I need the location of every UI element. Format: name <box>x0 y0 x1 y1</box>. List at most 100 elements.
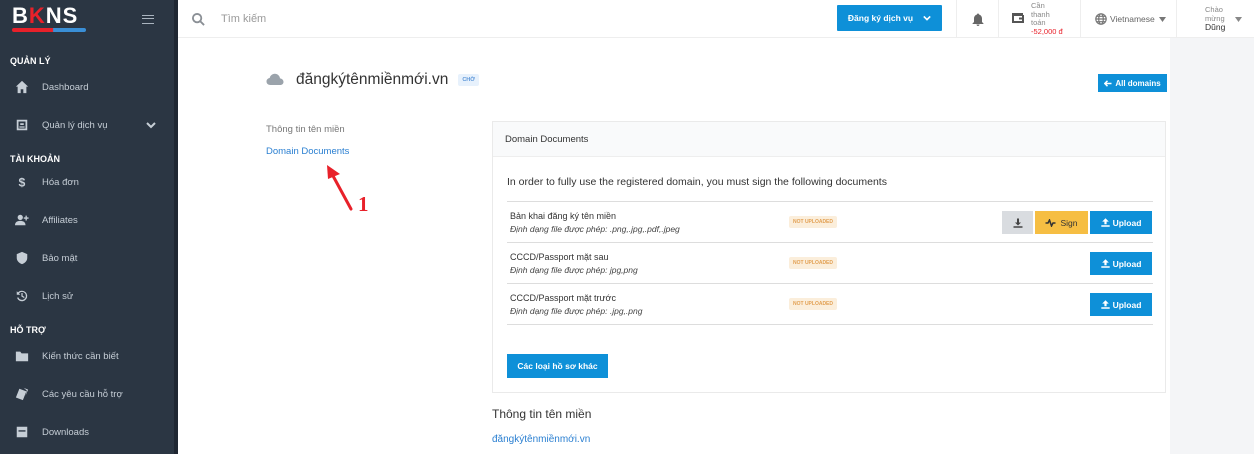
caret-down-icon <box>1235 16 1242 25</box>
domain-info-link[interactable]: đăngkýtênmiềnmới.vn <box>492 434 590 445</box>
history-icon <box>14 288 30 304</box>
sidebar-item-history[interactable]: Lịch sử <box>0 281 174 311</box>
search-box <box>192 0 521 38</box>
document-formats: Định dạng file được phép: .jpg,.png <box>510 306 643 316</box>
sidebar-item-dashboard[interactable]: Dashboard <box>0 72 174 102</box>
download-button[interactable] <box>1002 211 1033 234</box>
top-bar: Đăng ký dịch vụ Cần thanh toán -52,000 đ… <box>178 0 1254 38</box>
sidebar-item-services[interactable]: Quản lý dịch vụ <box>0 110 174 140</box>
download-icon <box>1013 218 1022 228</box>
search-input[interactable] <box>221 13 521 25</box>
all-domains-button[interactable]: All domains <box>1098 74 1167 92</box>
wallet-icon <box>1011 12 1025 27</box>
sidebar-item-label: Các yêu cầu hỗ trợ <box>42 388 123 400</box>
sidebar-item-label: Bảo mật <box>42 252 78 264</box>
user-plus-icon <box>14 212 30 228</box>
domain-documents-card: Domain Documents In order to fully use t… <box>492 121 1166 393</box>
arrow-left-icon <box>1104 79 1112 87</box>
sidebar-item-affiliates[interactable]: Affiliates <box>0 205 174 235</box>
language-selector[interactable]: Vietnamese <box>1080 0 1176 38</box>
wallet-amount: -52,000 đ <box>1031 26 1063 36</box>
signature-icon <box>1045 218 1056 227</box>
logo-text: NS <box>45 3 79 28</box>
status-badge: NOT UPLOADED <box>789 257 837 269</box>
user-menu[interactable]: Chào mừng Dũng <box>1176 0 1254 38</box>
download-box-icon <box>14 424 30 440</box>
nav-link-domain-documents[interactable]: Domain Documents <box>266 146 349 157</box>
annotation-arrow <box>327 165 353 211</box>
chevron-down-icon[interactable] <box>146 120 156 133</box>
logo-swoosh <box>12 28 86 32</box>
register-service-label: Đăng ký dịch vụ <box>847 13 914 23</box>
user-name: Dũng <box>1205 22 1226 33</box>
dollar-icon: $ <box>14 174 30 190</box>
upload-button[interactable]: Upload <box>1090 293 1152 316</box>
section-title-tai-khoan: TÀI KHOẢN <box>10 154 60 164</box>
sign-button[interactable]: Sign <box>1035 211 1088 234</box>
sidebar-item-label: Dashboard <box>42 81 89 93</box>
sidebar-item-security[interactable]: Bảo mật <box>0 243 174 273</box>
register-service-button[interactable]: Đăng ký dịch vụ <box>837 5 942 31</box>
folder-icon <box>14 348 30 364</box>
caret-down-icon <box>1158 16 1166 22</box>
domain-header: đăngkýtênmiềnmới.vn CHỜ <box>266 71 479 89</box>
sidebar-item-support-tickets[interactable]: Các yêu cầu hỗ trợ <box>0 379 174 409</box>
card-title: Domain Documents <box>493 122 1165 157</box>
document-formats: Định dạng file được phép: .png,.jpg,.pdf… <box>510 224 680 234</box>
services-icon <box>14 117 30 133</box>
logo-text: B <box>12 3 29 28</box>
sidebar-item-label: Quản lý dịch vụ <box>42 119 108 131</box>
logo-bar: BKNS <box>0 0 174 38</box>
home-icon <box>14 79 30 95</box>
document-row: Bản khai đăng ký tên miền Định dạng file… <box>507 202 1153 243</box>
all-domains-label: All domains <box>1115 78 1161 88</box>
upload-icon <box>1100 259 1110 268</box>
sign-label: Sign <box>1060 217 1078 228</box>
logo-text: K <box>28 3 46 28</box>
search-icon <box>192 12 205 26</box>
section-title-ho-tro: HỖ TRỢ <box>10 325 46 335</box>
right-gutter <box>1170 38 1254 454</box>
sidebar-item-label: Hóa đơn <box>42 176 79 188</box>
other-documents-button[interactable]: Các loại hồ sơ khác <box>507 354 608 378</box>
sidebar-item-label: Downloads <box>42 426 89 438</box>
document-name: CCCD/Passport mặt sau <box>510 252 609 262</box>
status-badge: CHỜ <box>458 74 479 86</box>
shield-icon <box>14 250 30 266</box>
domain-info-heading: Thông tin tên miền <box>492 407 592 421</box>
status-badge: NOT UPLOADED <box>789 298 837 310</box>
upload-icon <box>1100 300 1110 309</box>
wallet-balance[interactable]: Cần thanh toán -52,000 đ <box>998 0 1080 38</box>
section-title-quan-ly: QUẢN LÝ <box>10 56 51 66</box>
sidebar-item-invoices[interactable]: $ Hóa đơn <box>0 167 174 197</box>
bkns-logo[interactable]: BKNS <box>12 3 86 32</box>
main-content: đăngkýtênmiềnmới.vn CHỜ All domains Thôn… <box>178 39 1170 454</box>
upload-button[interactable]: Upload <box>1090 211 1152 234</box>
sidebar-item-knowledge[interactable]: Kiến thức cần biết <box>0 341 174 371</box>
hamburger-menu-icon[interactable] <box>142 14 154 24</box>
document-formats: Định dạng file được phép: jpg,png <box>510 265 638 275</box>
domain-name: đăngkýtênmiềnmới.vn <box>296 71 449 88</box>
language-label: Vietnamese <box>1110 14 1155 24</box>
status-badge: NOT UPLOADED <box>789 216 837 228</box>
upload-label: Upload <box>1112 217 1142 228</box>
annotation-number: 1 <box>358 192 369 216</box>
upload-icon <box>1100 218 1110 227</box>
bell-icon <box>972 13 983 26</box>
document-name: Bản khai đăng ký tên miền <box>510 211 617 221</box>
svg-text:$: $ <box>19 175 26 189</box>
domain-side-nav: Thông tin tên miền Domain Documents <box>266 124 349 157</box>
document-row: CCCD/Passport mặt sau Định dạng file đượ… <box>507 243 1153 284</box>
sidebar-item-downloads[interactable]: Downloads <box>0 417 174 447</box>
tickets-icon <box>14 386 30 402</box>
globe-icon <box>1095 13 1107 25</box>
nav-link-domain-info[interactable]: Thông tin tên miền <box>266 124 349 135</box>
upload-label: Upload <box>1112 258 1142 269</box>
document-row: CCCD/Passport mặt trước Định dạng file đ… <box>507 284 1153 325</box>
upload-button[interactable]: Upload <box>1090 252 1152 275</box>
chevron-down-icon <box>923 15 931 21</box>
sidebar-item-label: Kiến thức cần biết <box>42 350 119 362</box>
notifications-button[interactable] <box>956 0 998 38</box>
sidebar-item-label: Lịch sử <box>42 290 74 302</box>
document-list: Bản khai đăng ký tên miền Định dạng file… <box>507 201 1153 325</box>
